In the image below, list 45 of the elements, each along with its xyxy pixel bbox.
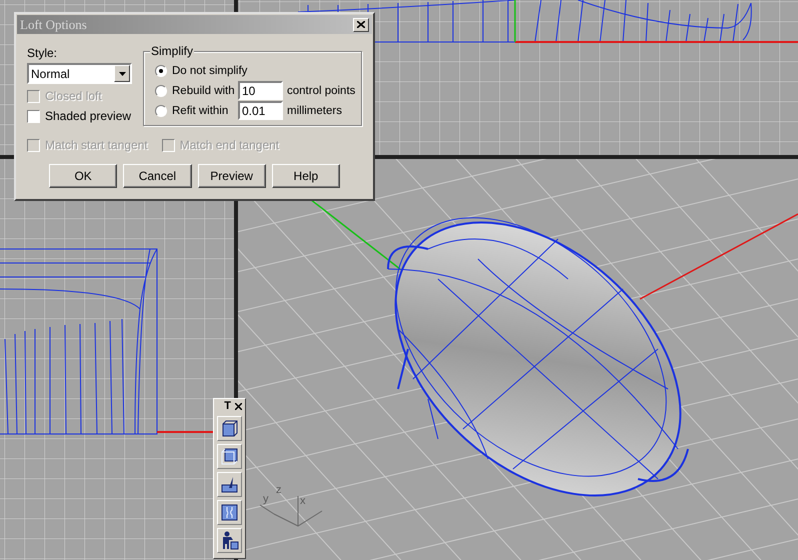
radio-button[interactable]	[155, 64, 167, 76]
axis-icon	[260, 496, 322, 527]
radio-label: Refit within	[172, 104, 230, 118]
radio-button[interactable]	[155, 84, 167, 96]
axis-label: y	[263, 494, 268, 505]
caret-icon	[118, 72, 126, 76]
dialog-button[interactable]: Preview	[198, 164, 266, 188]
toolbar-button[interactable]	[217, 444, 242, 469]
toolbar-button[interactable]	[217, 500, 242, 525]
close-icon	[357, 21, 365, 28]
axis-label: x	[300, 496, 306, 507]
close-icon	[235, 402, 242, 410]
cut-shape-icon	[221, 476, 238, 493]
checkbox-label: Shaded preview	[45, 109, 132, 123]
toolbar-button[interactable]	[217, 416, 242, 441]
close-button[interactable]	[233, 400, 244, 412]
box-icon	[221, 448, 238, 465]
dropdown-button[interactable]	[114, 65, 130, 82]
checkbox-label: Match end tangent	[180, 138, 280, 152]
toolbar-title: T	[224, 400, 231, 412]
group-title: Simplify	[150, 44, 194, 58]
close-button[interactable]	[353, 18, 369, 32]
unit-label: millimeters	[287, 104, 342, 118]
style-label: Style:	[27, 46, 58, 60]
toolbar-button[interactable]	[217, 472, 242, 497]
dialog-button[interactable]: Cancel	[123, 164, 192, 188]
checkbox-label: Closed loft	[45, 89, 102, 103]
dialog-button[interactable]: Help	[272, 164, 340, 188]
input-field[interactable]: 0.01	[238, 101, 283, 120]
input-field[interactable]: 10	[238, 81, 283, 100]
person-box-icon	[220, 531, 239, 550]
box-icon	[221, 420, 238, 437]
radio-button[interactable]	[155, 104, 167, 116]
style-dropdown[interactable]: Normal	[27, 63, 132, 84]
radio-label: Do not simplify	[172, 64, 248, 78]
dialog-button[interactable]: OK	[49, 164, 118, 188]
radio-label: Rebuild with	[172, 84, 236, 98]
checkbox-label: Match start tangent	[45, 138, 148, 152]
toolbar-button[interactable]	[217, 528, 242, 553]
window-title: Loft Options	[20, 16, 87, 34]
dropdown-value: Normal	[30, 66, 70, 82]
checkbox[interactable]	[27, 110, 40, 122]
square-curve-icon	[221, 504, 238, 521]
axis-label: z	[276, 485, 282, 496]
unit-label: control points	[287, 84, 356, 98]
